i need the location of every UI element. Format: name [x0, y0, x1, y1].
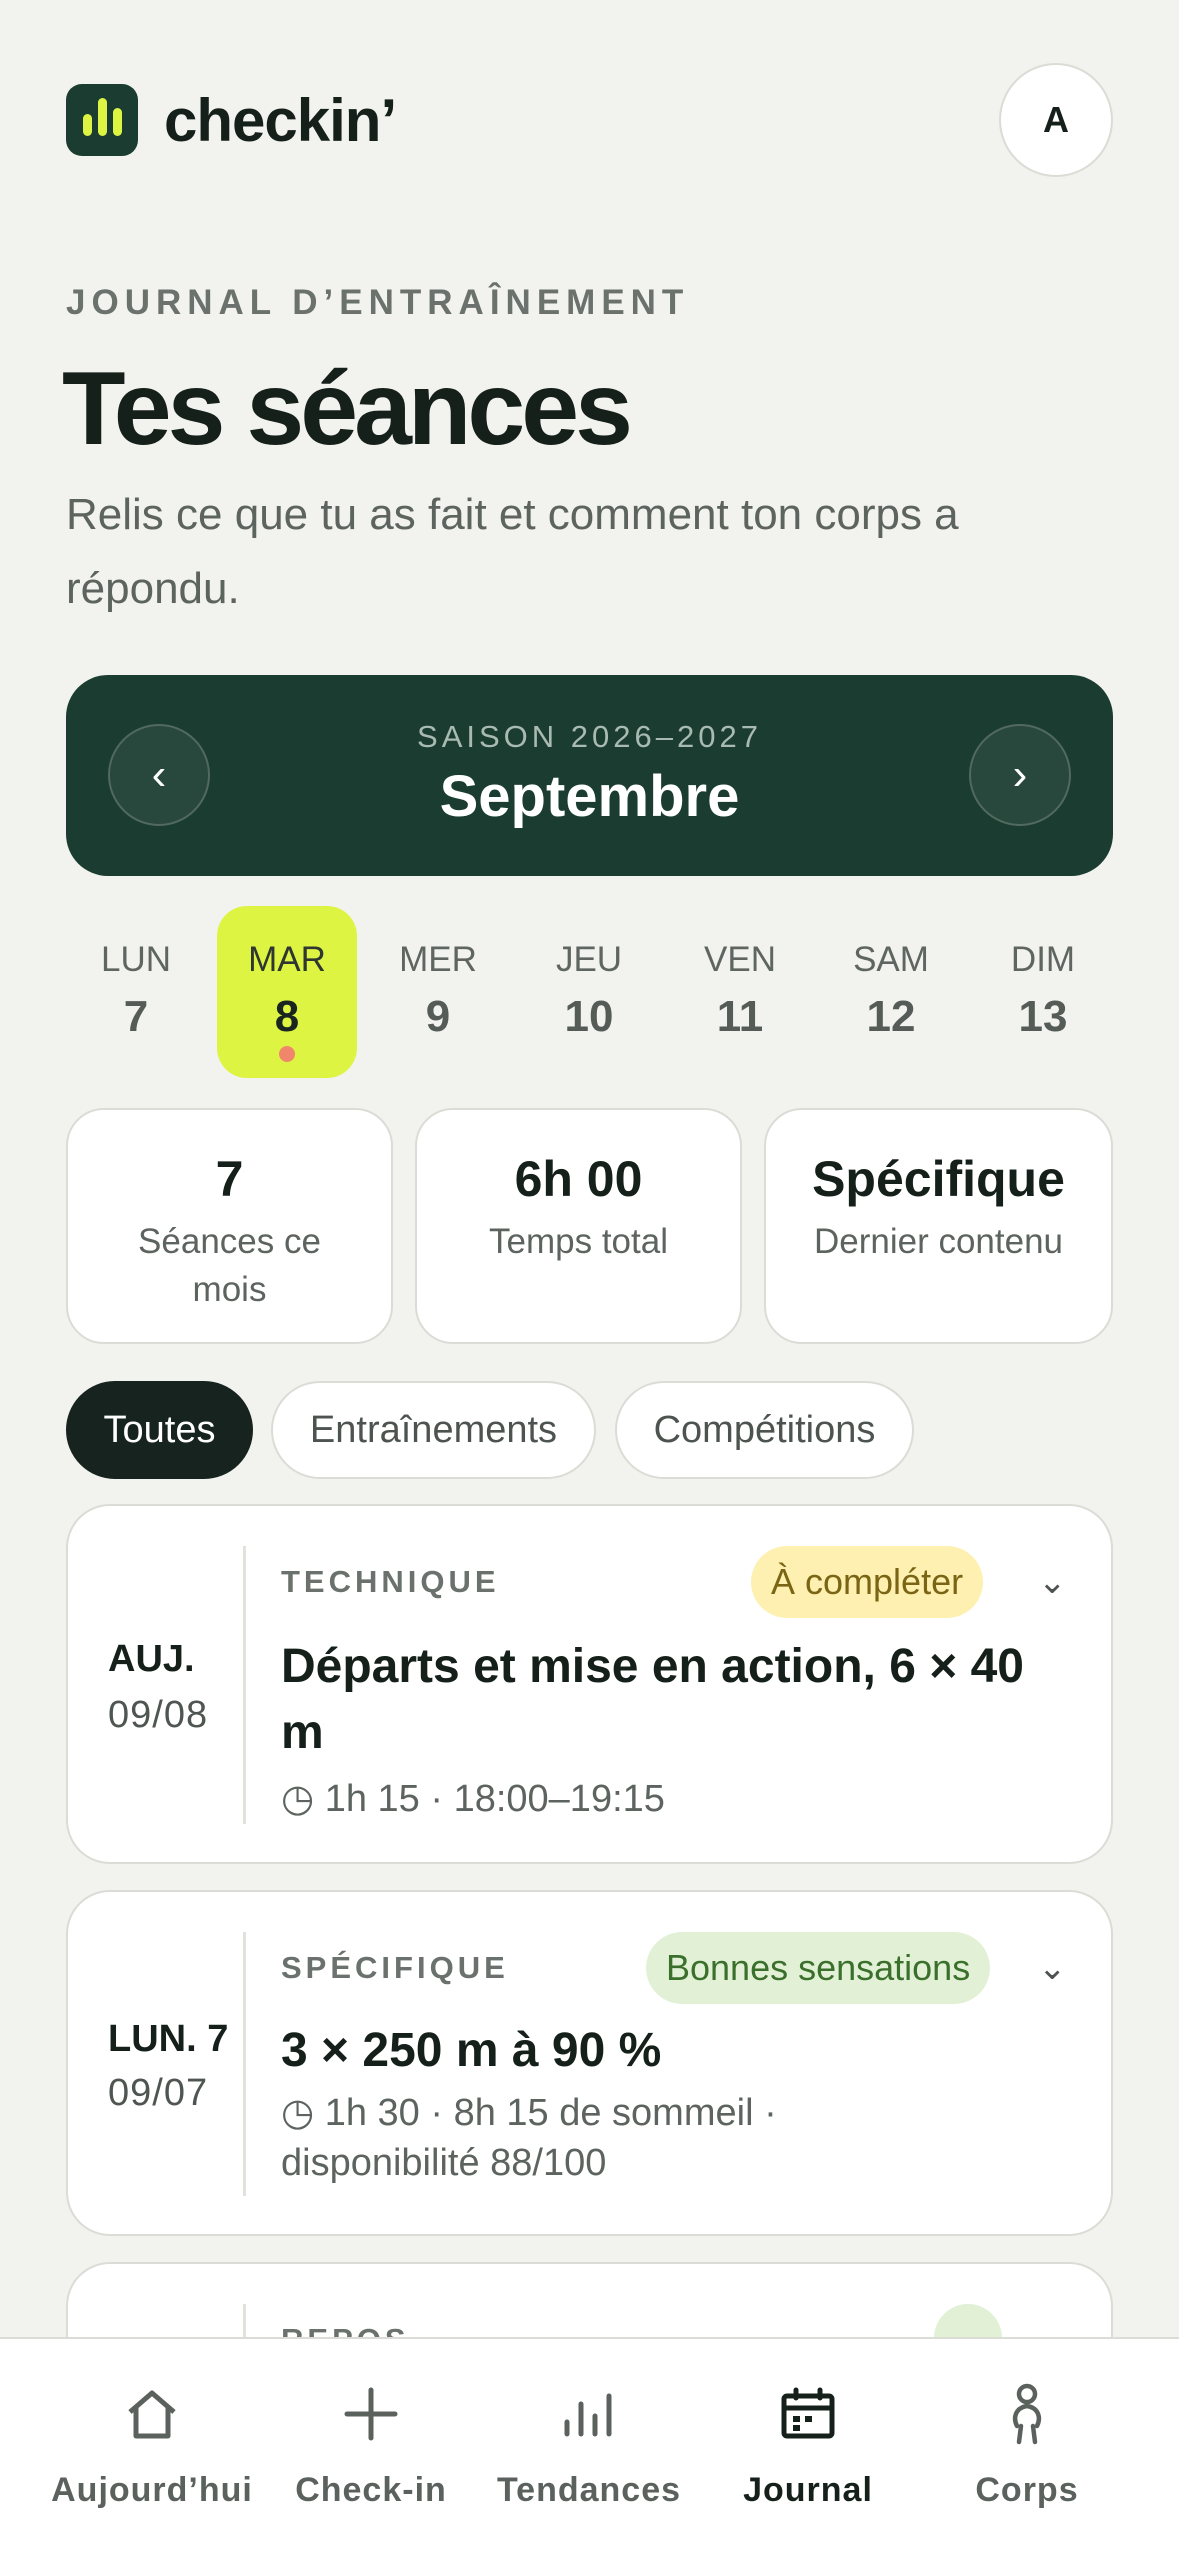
stat-value: 7	[215, 1151, 244, 1207]
day-number: 7	[123, 992, 149, 1041]
stat-label: Dernier contenu	[813, 1222, 1064, 1261]
nav-checkin[interactable]: Check-in	[261, 2379, 481, 2510]
chevron-down-icon[interactable]: ⌄	[1038, 1948, 1067, 1988]
nav-label: Check-in	[295, 2471, 447, 2509]
home-icon	[42, 2379, 262, 2449]
session-title: Départs et mise en action, 6 × 40 m	[281, 1640, 1024, 1759]
stat-value: Spécifique	[812, 1151, 1065, 1207]
day-number: 13	[1018, 992, 1068, 1041]
day-number: 12	[866, 992, 916, 1041]
day-thu[interactable]: JEU 10	[519, 906, 659, 1078]
day-number: 11	[716, 992, 764, 1041]
day-fri[interactable]: VEN 11	[670, 906, 810, 1078]
day-number: 10	[564, 992, 614, 1041]
month-title: Septembre	[439, 764, 740, 829]
nav-label: Journal	[743, 2471, 873, 2509]
session-title: 3 × 250 m à 90 %	[281, 2024, 662, 2077]
stat-total-time: 6h 00 Temps total	[415, 1108, 742, 1344]
month-navigator: ‹ SAISON 2026–2027 Septembre ›	[66, 675, 1113, 876]
stat-label: Séances ce mois	[138, 1222, 321, 1309]
plus-icon	[261, 2379, 481, 2449]
logo-bar	[97, 98, 107, 136]
stat-value: 6h 00	[514, 1151, 643, 1207]
nav-today[interactable]: Aujourd’hui	[42, 2379, 262, 2510]
session-dot-icon	[279, 1046, 295, 1062]
page-title: Tes séances	[62, 351, 633, 467]
day-name: MER	[399, 940, 477, 979]
session-date-short: 09/08	[108, 1694, 209, 1736]
nav-label: Aujourd’hui	[51, 2471, 253, 2509]
session-card[interactable]: AUJ. 09/08 TECHNIQUE À compléter ⌄ Dépar…	[66, 1504, 1113, 1864]
stat-sessions-month: 7 Séances ce mois	[66, 1108, 393, 1344]
chevron-down-icon[interactable]: ⌄	[1038, 1562, 1067, 1602]
status-badge: À compléter	[751, 1546, 984, 1618]
day-sun[interactable]: DIM 13	[973, 906, 1113, 1078]
next-month-button[interactable]: ›	[969, 724, 1071, 826]
calendar-icon	[698, 2379, 918, 2449]
filter-trainings[interactable]: Entraînements	[271, 1381, 596, 1479]
day-sat[interactable]: SAM 12	[821, 906, 961, 1078]
day-name: VEN	[704, 940, 776, 979]
day-name: DIM	[1010, 940, 1076, 979]
chevron-right-icon: ›	[1012, 750, 1028, 799]
day-number: 9	[425, 992, 451, 1041]
session-date: LUN. 7	[108, 2018, 229, 2060]
season-label: SAISON 2026–2027	[417, 719, 762, 754]
session-date: AUJ.	[108, 1638, 195, 1680]
status-badge: Bonnes sensations	[646, 1932, 991, 2004]
brand-name: checkin’	[164, 87, 397, 154]
day-mon[interactable]: LUN 7	[66, 906, 206, 1078]
session-date-short: 09/07	[108, 2072, 209, 2114]
day-number: 8	[274, 992, 300, 1041]
day-name: SAM	[853, 940, 929, 979]
card-divider	[243, 1546, 246, 1824]
stat-last-content: Spécifique Dernier contenu	[764, 1108, 1113, 1344]
filter-all[interactable]: Toutes	[66, 1381, 253, 1479]
session-card[interactable]: LUN. 7 09/07 SPÉCIFIQUE Bonnes sensation…	[66, 1890, 1113, 2236]
filter-competitions[interactable]: Compétitions	[615, 1381, 914, 1479]
avatar[interactable]: A	[999, 63, 1113, 177]
logo-bar	[112, 108, 122, 136]
nav-label: Corps	[975, 2471, 1079, 2509]
nav-journal[interactable]: Journal	[698, 2379, 918, 2510]
session-meta: ◷ 1h 30 · 8h 15 de sommeil · disponibili…	[281, 2092, 777, 2184]
page-subtitle: Relis ce que tu as fait et comment ton c…	[66, 490, 959, 613]
body-icon	[917, 2379, 1137, 2449]
day-wed[interactable]: MER 9	[368, 906, 508, 1078]
day-tue-selected[interactable]: MAR 8	[217, 906, 357, 1078]
nav-trends[interactable]: Tendances	[479, 2379, 699, 2510]
card-divider	[243, 1932, 246, 2196]
session-type: TECHNIQUE	[281, 1564, 500, 1599]
page-eyebrow: JOURNAL D’ENTRAÎNEMENT	[66, 283, 690, 322]
session-type: SPÉCIFIQUE	[281, 1950, 509, 1985]
session-meta: ◷ 1h 15 · 18:00–19:15	[281, 1778, 665, 1820]
day-name: JEU	[555, 940, 623, 979]
bar-chart-icon	[479, 2379, 699, 2449]
stat-label: Temps total	[489, 1222, 668, 1261]
app-logo-icon	[66, 84, 138, 156]
bottom-nav: Aujourd’hui Check-in Tendances Journal C…	[0, 2337, 1179, 2556]
nav-label: Tendances	[496, 2471, 682, 2509]
day-name: LUN	[100, 940, 172, 979]
nav-body[interactable]: Corps	[917, 2379, 1137, 2510]
logo-bar	[82, 114, 92, 136]
day-name: MAR	[248, 940, 326, 979]
